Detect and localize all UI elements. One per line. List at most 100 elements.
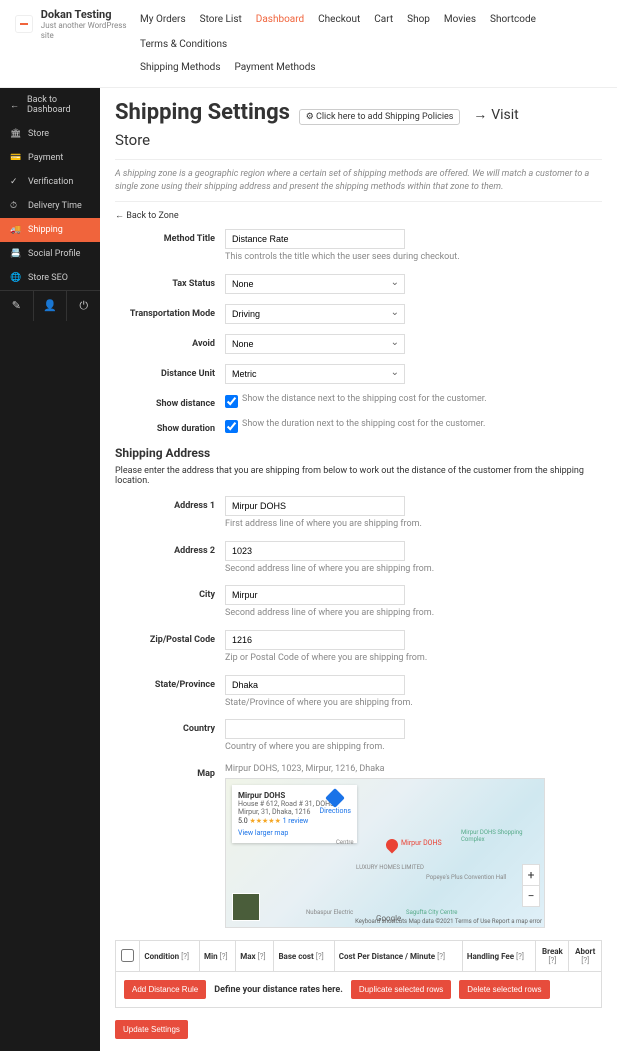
add-distance-rule-button[interactable]: Add Distance Rule	[124, 980, 206, 999]
edit-icon[interactable]: ✎	[0, 291, 34, 321]
tax-status-select[interactable]: None	[225, 274, 405, 294]
nav-my-orders[interactable]: My Orders	[140, 14, 186, 25]
tax-status-label: Tax Status	[115, 274, 225, 289]
shipping-address-desc: Please enter the address that you are sh…	[115, 466, 602, 486]
address2-input[interactable]	[225, 541, 405, 561]
method-title-input[interactable]	[225, 229, 405, 249]
nav-store-list[interactable]: Store List	[200, 14, 242, 25]
method-title-label: Method Title	[115, 229, 225, 244]
user-icon[interactable]: 👤	[34, 291, 68, 321]
add-policies-button[interactable]: ⚙ Click here to add Shipping Policies	[299, 109, 461, 125]
transport-label: Transportation Mode	[115, 304, 225, 319]
city-label: City	[115, 585, 225, 600]
view-larger-map-link[interactable]: View larger map	[238, 829, 351, 837]
map-layer-thumb[interactable]	[232, 893, 260, 921]
sidebar-item-verification[interactable]: ✓Verification	[0, 170, 100, 194]
distance-unit-select[interactable]: Metric	[225, 364, 405, 384]
sidebar-icon: 🌐	[10, 273, 20, 283]
country-input[interactable]	[225, 719, 405, 739]
sidebar-item-shipping[interactable]: 🚚Shipping	[0, 218, 100, 242]
transport-select[interactable]: Driving	[225, 304, 405, 324]
nav-payment-methods[interactable]: Payment Methods	[234, 62, 315, 73]
state-input[interactable]	[225, 675, 405, 695]
back-to-zone-link[interactable]: ← Back to Zone	[115, 210, 602, 221]
map-zoom: + −	[522, 864, 540, 907]
sidebar-item-back-to-dashboard[interactable]: ←Back to Dashboard	[0, 88, 100, 122]
map-label: Map	[115, 764, 225, 779]
nav-shop[interactable]: Shop	[407, 14, 430, 25]
col-checkbox	[116, 941, 140, 972]
site-tagline: Just another WordPress site	[41, 21, 140, 40]
show-duration-text: Show the duration next to the shipping c…	[242, 419, 485, 431]
col-abort: Abort[?]	[569, 941, 602, 972]
site-title: Dokan Testing	[41, 8, 140, 21]
avoid-label: Avoid	[115, 334, 225, 349]
nav-movies[interactable]: Movies	[444, 14, 476, 25]
visit-link[interactable]: → Visit	[473, 106, 519, 123]
zip-input[interactable]	[225, 630, 405, 650]
map-address-text: Mirpur DOHS, 1023, Mirpur, 1216, Dhaka	[225, 764, 602, 774]
col-base-cost: Base cost [?]	[274, 941, 334, 972]
avoid-select[interactable]: None	[225, 334, 405, 354]
directions-button[interactable]: Directions	[320, 791, 351, 815]
nav-terms-&-conditions[interactable]: Terms & Conditions	[140, 39, 227, 50]
country-label: Country	[115, 719, 225, 734]
nav-dashboard[interactable]: Dashboard	[256, 14, 304, 25]
site-logo[interactable]	[15, 15, 33, 33]
delete-rows-button[interactable]: Delete selected rows	[459, 980, 549, 999]
nav-checkout[interactable]: Checkout	[318, 14, 360, 25]
show-distance-text: Show the distance next to the shipping c…	[242, 394, 487, 406]
page-title: Shipping Settings	[115, 100, 290, 125]
zone-description: A shipping zone is a geographic region w…	[115, 159, 602, 202]
star-icon: ★★★★★	[249, 817, 280, 825]
sidebar-item-store[interactable]: 🏛Store	[0, 122, 100, 146]
nav-cart[interactable]: Cart	[374, 14, 393, 25]
address2-label: Address 2	[115, 541, 225, 556]
map-info-card: Directions Mirpur DOHS House # 612, Road…	[232, 785, 357, 843]
sidebar-item-store-seo[interactable]: 🌐Store SEO	[0, 266, 100, 290]
col-max: Max [?]	[236, 941, 274, 972]
distance-unit-label: Distance Unit	[115, 364, 225, 379]
sidebar-icon: ⏱	[10, 201, 20, 211]
zoom-out-button[interactable]: −	[523, 886, 539, 906]
address1-input[interactable]	[225, 496, 405, 516]
nav-shortcode[interactable]: Shortcode	[490, 14, 536, 25]
show-duration-label: Show duration	[115, 419, 225, 434]
col-break: Break[?]	[536, 941, 569, 972]
show-distance-label: Show distance	[115, 394, 225, 409]
zoom-in-button[interactable]: +	[523, 865, 539, 886]
zip-label: Zip/Postal Code	[115, 630, 225, 645]
sidebar-icon: 💳	[10, 153, 20, 163]
distance-rules-table: Condition [?]Min [?]Max [?]Base cost [?]…	[115, 940, 602, 972]
nav-shipping-methods[interactable]: Shipping Methods	[140, 62, 220, 73]
sidebar-item-payment[interactable]: 💳Payment	[0, 146, 100, 170]
col-condition: Condition [?]	[140, 941, 200, 972]
sidebar-icon: 🏛	[10, 129, 20, 139]
sidebar-icon: 📇	[10, 249, 20, 259]
sidebar-icon: ←	[10, 100, 19, 110]
show-distance-checkbox[interactable]	[225, 395, 238, 408]
sidebar-icon: 🚚	[10, 225, 20, 235]
subtitle: Store	[115, 131, 602, 149]
update-settings-button[interactable]: Update Settings	[115, 1020, 188, 1039]
state-label: State/Province	[115, 675, 225, 690]
sidebar-item-delivery-time[interactable]: ⏱Delivery Time	[0, 194, 100, 218]
select-all-checkbox[interactable]	[121, 949, 134, 962]
power-icon[interactable]: ⏻	[67, 291, 100, 321]
address1-label: Address 1	[115, 496, 225, 511]
map-pin-icon	[384, 837, 401, 854]
sidebar-item-social-profile[interactable]: 📇Social Profile	[0, 242, 100, 266]
method-title-help: This controls the title which the user s…	[225, 252, 602, 264]
map[interactable]: Directions Mirpur DOHS House # 612, Road…	[225, 778, 545, 928]
col-handling-fee: Handling Fee [?]	[462, 941, 535, 972]
show-duration-checkbox[interactable]	[225, 420, 238, 433]
col-min: Min [?]	[200, 941, 236, 972]
define-rates-text: Define your distance rates here.	[214, 985, 343, 995]
sidebar: ←Back to Dashboard🏛Store💳Payment✓Verific…	[0, 88, 100, 1051]
duplicate-rows-button[interactable]: Duplicate selected rows	[351, 980, 451, 999]
sidebar-icon: ✓	[10, 177, 20, 187]
main-nav: My Orders Store List Dashboard Checkout Cart…	[140, 8, 602, 79]
shipping-address-heading: Shipping Address	[115, 446, 602, 460]
col-cost-per-distance-minute: Cost Per Distance / Minute [?]	[334, 941, 462, 972]
city-input[interactable]	[225, 585, 405, 605]
